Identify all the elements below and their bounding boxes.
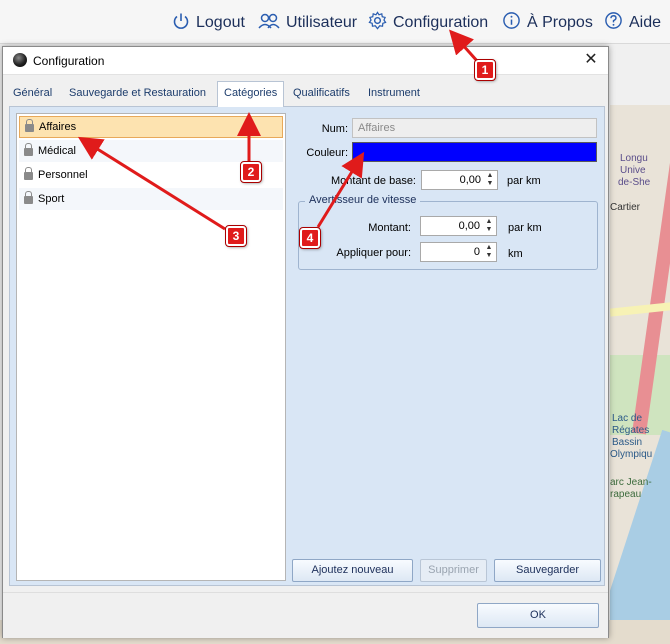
category-label: Médical: [38, 145, 76, 157]
category-label: Affaires: [39, 121, 77, 133]
color-picker[interactable]: [352, 142, 597, 162]
map-label: arc Jean-: [610, 477, 652, 488]
tab-instrument[interactable]: Instrument: [368, 83, 420, 105]
list-item[interactable]: Médical: [19, 140, 283, 162]
base-amount-stepper[interactable]: 0,00 ▲ ▼: [421, 170, 498, 190]
lock-icon: [24, 166, 33, 180]
app-menubar: Logout Utilisateur Configuration À Propo…: [0, 0, 670, 44]
users-icon: [258, 12, 280, 35]
color-label: Couleur:: [306, 147, 348, 159]
ok-button[interactable]: OK: [477, 603, 599, 628]
apply-value: 0: [473, 246, 480, 258]
spinner-arrows-icon[interactable]: ▲ ▼: [484, 172, 496, 188]
base-amount-label: Montant de base:: [330, 175, 416, 187]
dialog-titlebar: Configuration ✕: [3, 47, 608, 75]
category-label: Sport: [38, 193, 65, 205]
list-item[interactable]: Affaires: [19, 116, 283, 138]
num-field: Affaires: [352, 118, 597, 138]
help-menu[interactable]: Aide: [604, 12, 661, 34]
logout-menu[interactable]: Logout: [172, 12, 245, 34]
apply-unit: km: [508, 248, 523, 260]
logout-label: Logout: [196, 14, 245, 31]
about-menu[interactable]: À Propos: [502, 12, 593, 34]
annotation-badge-3: 3: [225, 225, 247, 247]
category-label: Personnel: [38, 169, 88, 181]
about-label: À Propos: [527, 14, 593, 31]
dialog-title: Configuration: [33, 54, 105, 68]
map-label: Unive: [620, 165, 646, 176]
map-label: Régates: [612, 425, 650, 436]
map-background: Longu Unive de-She Cartier Lac de Régate…: [610, 105, 670, 644]
configuration-label: Configuration: [393, 14, 489, 31]
map-label: Lac de: [612, 413, 643, 424]
configuration-dialog: Configuration ✕ Général Sauvegarde et Re…: [2, 46, 609, 638]
num-label: Num:: [321, 123, 348, 135]
map-label: de-She: [618, 177, 651, 188]
delete-button[interactable]: Supprimer: [420, 559, 487, 582]
configuration-menu[interactable]: Configuration: [368, 11, 489, 35]
lock-icon: [24, 190, 33, 204]
power-icon: [172, 12, 190, 35]
tab-general[interactable]: Général: [13, 83, 52, 105]
map-label: rapeau: [610, 489, 642, 500]
help-icon: [604, 11, 623, 35]
spinner-arrows-icon[interactable]: ▲ ▼: [483, 218, 495, 234]
list-item[interactable]: Sport: [19, 188, 283, 210]
tab-qualifiers[interactable]: Qualificatifs: [293, 83, 350, 105]
lock-icon: [25, 118, 34, 132]
apply-stepper[interactable]: 0 ▲ ▼: [420, 242, 497, 262]
category-list: Affaires Médical Personnel Sport: [16, 113, 286, 581]
amount-label: Montant:: [368, 222, 411, 234]
apply-label: Appliquer pour:: [336, 247, 411, 259]
map-label: Bassin: [612, 437, 643, 448]
save-button[interactable]: Sauvegarder: [494, 559, 601, 582]
info-icon: [502, 11, 521, 35]
user-menu[interactable]: Utilisateur: [258, 12, 357, 34]
app-logo-icon: [13, 53, 27, 67]
speed-warning-legend: Avertisseur de vitesse: [305, 194, 421, 206]
annotation-badge-2: 2: [240, 161, 262, 183]
add-new-button[interactable]: Ajoutez nouveau: [292, 559, 413, 582]
base-amount-unit: par km: [507, 175, 541, 187]
amount-value: 0,00: [458, 220, 480, 232]
spinner-arrows-icon[interactable]: ▲ ▼: [483, 244, 495, 260]
map-label: Longu: [620, 153, 648, 164]
gear-icon: [368, 11, 387, 35]
speed-warning-group: Avertisseur de vitesse Montant: 0,00 ▲ ▼ …: [298, 194, 598, 270]
dialog-footer: OK: [3, 592, 608, 638]
amount-stepper[interactable]: 0,00 ▲ ▼: [420, 216, 497, 236]
lock-icon: [24, 142, 33, 156]
map-label: Olympiqu: [610, 449, 653, 460]
categories-panel: Affaires Médical Personnel Sport Num: Af…: [9, 106, 605, 586]
annotation-badge-1: 1: [474, 59, 496, 81]
amount-unit: par km: [508, 222, 542, 234]
tab-backup-restore[interactable]: Sauvegarde et Restauration: [69, 83, 206, 105]
user-label: Utilisateur: [286, 14, 358, 31]
tab-bar: Général Sauvegarde et Restauration Catég…: [9, 81, 609, 107]
annotation-badge-4: 4: [299, 227, 321, 249]
close-icon[interactable]: ✕: [582, 51, 600, 69]
base-amount-value: 0,00: [459, 174, 481, 186]
map-label: Cartier: [610, 202, 641, 213]
help-label: Aide: [629, 14, 662, 31]
tab-categories[interactable]: Catégories: [217, 81, 285, 107]
